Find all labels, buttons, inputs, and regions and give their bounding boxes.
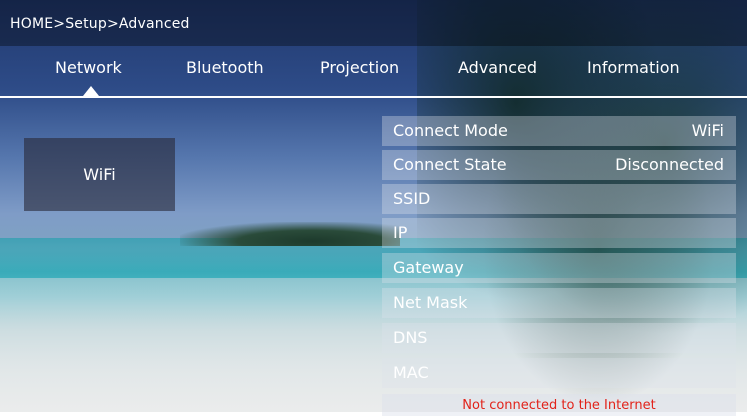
selected-tab-indicator (83, 86, 99, 96)
tab-advanced[interactable]: Advanced (458, 58, 537, 77)
tab-network[interactable]: Network (55, 58, 122, 77)
breadcrumb-bar: HOME>Setup>Advanced (0, 0, 747, 46)
info-label: SSID (393, 189, 431, 208)
tab-divider (0, 96, 747, 98)
info-row-gateway[interactable]: Gateway (382, 253, 736, 283)
info-label: IP (393, 223, 408, 242)
info-label: Gateway (393, 258, 464, 277)
info-row-connect-mode[interactable]: Connect Mode WiFi (382, 116, 736, 146)
tab-bluetooth[interactable]: Bluetooth (186, 58, 264, 77)
background-island (180, 222, 400, 246)
info-label: Connect State (393, 155, 507, 174)
breadcrumb: HOME>Setup>Advanced (10, 16, 190, 32)
info-row-ssid[interactable]: SSID (382, 184, 736, 214)
info-row-ip[interactable]: IP (382, 218, 736, 248)
info-row-dns[interactable]: DNS (382, 323, 736, 353)
connection-type-label: WiFi (83, 165, 116, 184)
connection-type-button[interactable]: WiFi (24, 138, 175, 211)
connection-status-message: Not connected to the Internet (462, 398, 656, 413)
info-row-mac[interactable]: MAC (382, 358, 736, 388)
tab-bar: Network Bluetooth Projection Advanced In… (0, 58, 747, 88)
info-label: DNS (393, 328, 428, 347)
info-row-net-mask[interactable]: Net Mask (382, 288, 736, 318)
tab-information[interactable]: Information (587, 58, 680, 77)
info-value: Disconnected (615, 155, 724, 174)
tab-projection[interactable]: Projection (320, 58, 399, 77)
info-label: MAC (393, 363, 429, 382)
info-value: WiFi (691, 121, 724, 140)
info-label: Connect Mode (393, 121, 508, 140)
connection-status-bar: Not connected to the Internet (382, 394, 736, 416)
info-row-connect-state[interactable]: Connect State Disconnected (382, 150, 736, 180)
info-label: Net Mask (393, 293, 468, 312)
